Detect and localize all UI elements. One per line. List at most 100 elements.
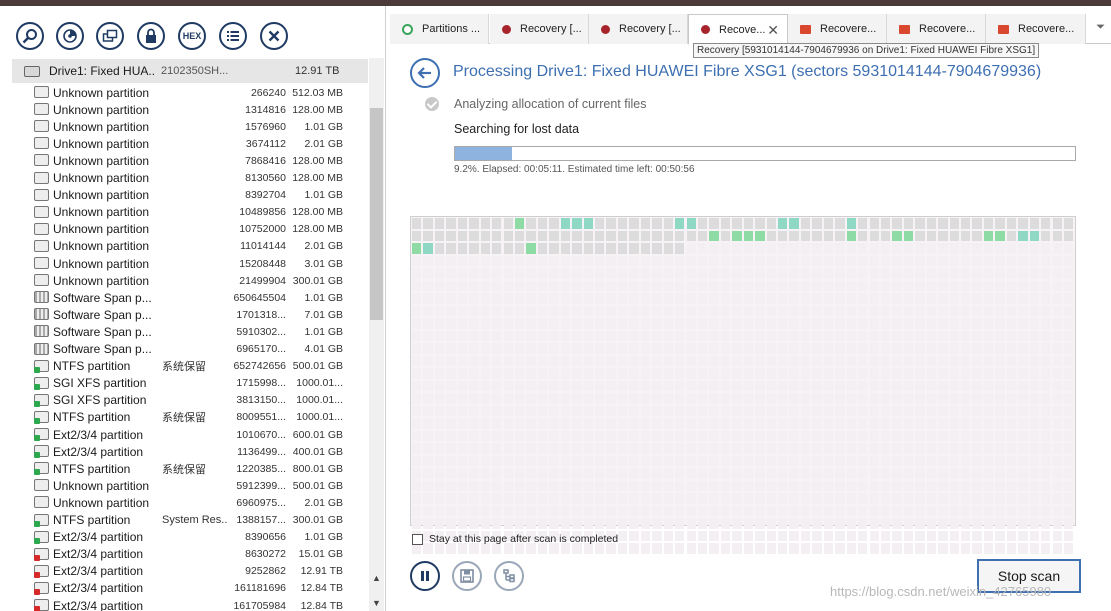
disk-map-cell xyxy=(789,480,799,491)
disk-map-cell xyxy=(617,343,628,354)
disk-map-cell xyxy=(972,255,982,266)
partition-row[interactable]: Unknown partition 5912399... 500.01 GB xyxy=(0,477,370,494)
disk-map-cell xyxy=(663,430,674,441)
disk-map-cell xyxy=(732,368,742,379)
disk-map-cell xyxy=(995,255,1005,266)
partition-row[interactable]: SGI XFS partition 1715998... 1000.01... xyxy=(0,375,370,392)
partition-row[interactable]: NTFS partition 系统保留 8009551... 1000.01... xyxy=(0,409,370,426)
partition-list-scrollbar[interactable]: ▲ ▼ xyxy=(369,58,384,611)
disk-map-cell xyxy=(778,268,788,279)
partition-row[interactable]: Software Span p... 5910302... 1.01 GB xyxy=(0,323,370,340)
partition-row[interactable]: Unknown partition 266240 512.03 MB xyxy=(0,84,370,101)
disk-map-cell xyxy=(675,543,685,554)
pause-button[interactable] xyxy=(410,561,440,591)
drive-row[interactable]: Drive1: Fixed HUA... 2102350SH... 12.91 … xyxy=(12,59,368,83)
partition-row[interactable]: Unknown partition 6960975... 2.01 GB xyxy=(0,494,370,511)
partition-icon xyxy=(34,496,49,509)
partition-row[interactable]: Software Span p... 1701318... 7.01 GB xyxy=(0,306,370,323)
tab-menu-icon[interactable]: ⏷ xyxy=(1096,21,1105,34)
disk-map-cell xyxy=(526,430,536,441)
disk-map-cell xyxy=(675,268,685,279)
disk-map-cell xyxy=(869,543,879,554)
tab-7[interactable]: Recovere... xyxy=(986,14,1086,44)
save-button[interactable] xyxy=(452,561,482,591)
partition-row[interactable]: Unknown partition 1314816 128.00 MB xyxy=(0,101,370,118)
disk-map-cell xyxy=(778,243,788,254)
partition-row[interactable]: Unknown partition 10489856 128.00 MB xyxy=(0,204,370,221)
disk-map-cell xyxy=(835,355,845,366)
disk-map-cell xyxy=(560,368,571,379)
stay-checkbox[interactable] xyxy=(412,533,423,545)
partition-row[interactable]: Unknown partition 10752000 128.00 MB xyxy=(0,221,370,238)
scroll-up-arrow-icon[interactable]: ▲ xyxy=(369,571,384,585)
disk-map-cell xyxy=(457,393,468,404)
partition-row[interactable]: Software Span p... 650645504 1.01 GB xyxy=(0,289,370,306)
disk-map-cell xyxy=(640,543,651,554)
partition-row[interactable]: Unknown partition 15208448 3.01 GB xyxy=(0,255,370,272)
disk-map-cell xyxy=(812,343,822,354)
search-button[interactable] xyxy=(16,22,44,50)
tab-6[interactable]: Recovere... xyxy=(887,14,986,44)
tab-close-icon[interactable]: ✕ xyxy=(767,22,779,39)
image-disk-button[interactable] xyxy=(96,22,124,50)
list-view-button[interactable] xyxy=(219,22,247,50)
partition-row[interactable]: NTFS partition 系统保留 1220385... 800.01 GB xyxy=(0,460,370,477)
hex-view-button[interactable]: HEX xyxy=(178,22,206,50)
partition-row[interactable]: Unknown partition 21499904 300.01 GB xyxy=(0,272,370,289)
partition-row[interactable]: NTFS partition 系统保留 652742656 500.01 GB xyxy=(0,358,370,375)
disk-map-cell xyxy=(961,405,971,416)
disk-map-cell xyxy=(983,368,994,379)
stay-checkbox-row[interactable]: Stay at this page after scan is complete… xyxy=(412,533,618,545)
partition-row[interactable]: Unknown partition 11014144 2.01 GB xyxy=(0,238,370,255)
partition-icon xyxy=(34,445,49,459)
disk-map-cell xyxy=(983,318,994,329)
disk-map-cell xyxy=(412,243,422,254)
disk-map-cell xyxy=(663,355,674,366)
disk-map-cell xyxy=(675,493,685,504)
scan-disk-button[interactable] xyxy=(56,22,84,50)
partition-row[interactable]: Unknown partition 8130560 128.00 MB xyxy=(0,170,370,187)
scroll-down-arrow-icon[interactable]: ▼ xyxy=(369,596,384,610)
disk-map-cell xyxy=(766,305,776,316)
disk-map-cell xyxy=(789,505,799,516)
disk-map-cell xyxy=(457,268,468,279)
partition-row[interactable]: Unknown partition 3674112 2.01 GB xyxy=(0,135,370,152)
tab-3[interactable]: Recovery [... xyxy=(589,14,688,44)
disk-map-cell xyxy=(755,380,765,391)
disk-map-cell xyxy=(789,393,799,404)
tab-5[interactable]: Recovere... xyxy=(788,14,887,44)
partition-row[interactable]: Unknown partition 1576960 1.01 GB xyxy=(0,118,370,135)
partition-row[interactable]: Unknown partition 8392704 1.01 GB xyxy=(0,187,370,204)
disk-map-cell xyxy=(926,518,937,529)
disk-map-cell xyxy=(1018,355,1028,366)
partition-row[interactable]: Ext2/3/4 partition 161705984 12.84 TB xyxy=(0,597,370,611)
disk-map-cell xyxy=(595,343,605,354)
partition-row[interactable]: Software Span p... 6965170... 4.01 GB xyxy=(0,341,370,358)
disk-map-cell xyxy=(938,380,948,391)
partition-row[interactable]: Ext2/3/4 partition 9252862 12.91 TB xyxy=(0,563,370,580)
partition-row[interactable]: Ext2/3/4 partition 8630272 15.01 GB xyxy=(0,546,370,563)
disk-map-cell xyxy=(652,355,662,366)
disk-map-cell xyxy=(1063,280,1074,291)
scrollbar-thumb[interactable] xyxy=(370,108,383,320)
tree-view-button[interactable] xyxy=(494,561,524,591)
disk-map-cell xyxy=(606,243,616,254)
partition-row[interactable]: Ext2/3/4 partition 1010670... 600.01 GB xyxy=(0,426,370,443)
partition-row[interactable]: Unknown partition 7868416 128.00 MB xyxy=(0,152,370,169)
disk-map-cell xyxy=(732,393,742,404)
disk-map-cell xyxy=(652,330,662,341)
partition-row[interactable]: Ext2/3/4 partition 8390656 1.01 GB xyxy=(0,529,370,546)
partition-row[interactable]: SGI XFS partition 3813150... 1000.01... xyxy=(0,392,370,409)
partition-row[interactable]: Ext2/3/4 partition 1136499... 400.01 GB xyxy=(0,443,370,460)
tab-2[interactable]: Recovery [... xyxy=(490,14,589,44)
back-button[interactable] xyxy=(410,58,440,88)
tab-4[interactable]: Recove... ✕ xyxy=(688,14,788,45)
close-button[interactable] xyxy=(260,22,288,50)
partition-row[interactable]: NTFS partition System Res... 1388157... 300… xyxy=(0,512,370,529)
lock-button[interactable] xyxy=(137,22,165,50)
partition-row[interactable]: Ext2/3/4 partition 161181696 12.84 TB xyxy=(0,580,370,597)
tab-1[interactable]: Partitions ... xyxy=(390,14,489,44)
disk-map-cell xyxy=(892,330,902,341)
disk-map-cell xyxy=(869,255,879,266)
disk-map-cell xyxy=(675,455,685,466)
